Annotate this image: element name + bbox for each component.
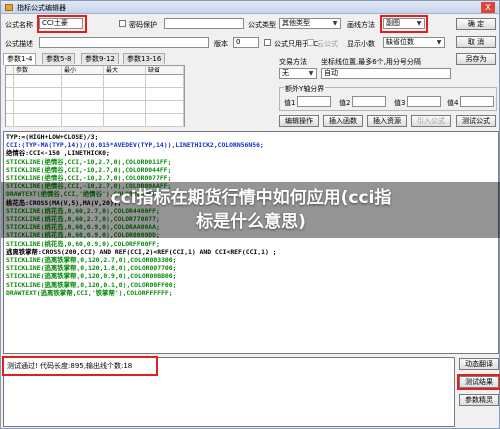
draw-method-label: 画线方法 <box>347 21 375 29</box>
grid-corner <box>6 66 14 75</box>
val3-input[interactable] <box>407 96 441 107</box>
decimals-label: 显示小数 <box>347 40 375 48</box>
val1-label: 值1 <box>284 99 296 107</box>
test-formula-button[interactable]: 测试公式 <box>456 115 496 127</box>
edit-ops-button[interactable]: 编辑操作 <box>279 115 319 127</box>
val4-input[interactable] <box>460 96 494 107</box>
param-cell[interactable] <box>104 75 146 88</box>
param-cell[interactable] <box>62 114 104 127</box>
val1-input[interactable] <box>297 96 331 107</box>
code-line: 绝情谷:CCI<-150 ,LINETHICK0; <box>6 149 110 158</box>
cloud-formula-label: 云公式 <box>317 40 338 48</box>
highlight-box-test-result <box>457 374 500 390</box>
code-editor[interactable]: TYP:=(HIGH+LOW+CLOSE)/3; CCI:(TYP-MA(TYP,… <box>3 131 499 354</box>
param-header-min: 最小 <box>62 66 104 75</box>
insert-function-button[interactable]: 插入函数 <box>323 115 363 127</box>
trade-method-label: 交易方法 <box>279 58 307 66</box>
pc-only-checkbox[interactable] <box>264 39 271 46</box>
code-line: 逃离铁掌帮:CROSS(200,CCI) AND REF(CCI,2)<REF(… <box>6 247 277 256</box>
code-line: TYP:=(HIGH+LOW+CLOSE)/3; <box>6 133 99 141</box>
insert-resource-button[interactable]: 插入资源 <box>367 115 407 127</box>
param-header-name: 参数 <box>14 66 62 75</box>
param-cell[interactable] <box>14 114 62 127</box>
chevron-down-icon: ▼ <box>436 39 442 46</box>
param-cell[interactable] <box>146 114 184 127</box>
code-line: STICKLINE(绝情谷,CCI,-10,2.7,0),COLOR0011FF… <box>6 157 172 166</box>
param-cell[interactable] <box>146 88 184 101</box>
param-cell[interactable] <box>62 88 104 101</box>
password-input[interactable] <box>164 18 244 29</box>
caption-overlay: cci指标在期货行情中如何应用(cci指 标是什么意思) <box>1 182 500 238</box>
param-header-max: 最大 <box>104 66 146 75</box>
version-label: 版本 <box>214 40 228 48</box>
formula-type-label: 公式类型 <box>248 21 276 29</box>
tab-params-9-12[interactable]: 参数9-12 <box>81 53 119 64</box>
decimals-value: 缺省位数 <box>386 38 414 46</box>
formula-type-select[interactable]: 其他类型 ▼ <box>279 18 341 29</box>
code-line: DRAWTEXT(逃离铁掌帮,CCI,'铁掌帮'),COLORFFFFFF; <box>6 288 173 297</box>
param-cell[interactable] <box>14 88 62 101</box>
param-cell[interactable] <box>104 88 146 101</box>
tab-params-1-4[interactable]: 参数1-4 <box>3 53 37 65</box>
chevron-down-icon: ▼ <box>308 70 314 77</box>
tab-params-13-16[interactable]: 参数13-16 <box>123 53 166 64</box>
axis-lines-input[interactable]: 自动 <box>321 68 451 79</box>
param-cell <box>6 101 14 114</box>
param-cell <box>6 75 14 88</box>
import-formula-button[interactable]: 引入公式 <box>411 115 451 127</box>
trade-method-value: 无 <box>282 69 289 77</box>
param-cell <box>6 88 14 101</box>
formula-name-label: 公式名称 <box>5 21 33 29</box>
window-title: 指标公式编辑器 <box>17 4 66 12</box>
title-bar: 指标公式编辑器 X <box>1 1 499 14</box>
dynamic-translate-button[interactable]: 动态翻译 <box>459 358 499 370</box>
highlight-box-name <box>37 15 87 33</box>
val3-label: 值3 <box>394 99 406 107</box>
save-as-button[interactable]: 另存为 <box>456 53 496 65</box>
param-cell[interactable] <box>146 75 184 88</box>
val2-input[interactable] <box>352 96 386 107</box>
axis-lines-label: 坐标线位置,最多6个,用分号分隔 <box>321 58 421 66</box>
version-input[interactable]: 0 <box>233 37 259 48</box>
trade-method-select[interactable]: 无 ▼ <box>279 68 317 79</box>
param-cell[interactable] <box>62 101 104 114</box>
param-cell[interactable] <box>14 75 62 88</box>
extra-y-axis-label: 额外Y轴分界 <box>284 84 326 94</box>
chevron-down-icon: ▼ <box>332 20 338 27</box>
param-cell[interactable] <box>104 101 146 114</box>
param-cell[interactable] <box>146 101 184 114</box>
param-cell <box>6 114 14 127</box>
code-line: STICKLINE(逃离铁掌帮,0,120,0.1,0),COLOR00FF00… <box>6 280 177 289</box>
tab-params-5-8[interactable]: 参数5-8 <box>42 53 76 64</box>
param-cell[interactable] <box>104 114 146 127</box>
close-button[interactable]: X <box>481 2 495 13</box>
val2-label: 值2 <box>339 99 351 107</box>
param-cell[interactable] <box>62 75 104 88</box>
param-cell[interactable] <box>14 101 62 114</box>
password-checkbox[interactable] <box>119 20 126 27</box>
code-line: STICKLINE(逃离铁掌帮,0,120,0.9,0),COLOR00BB00… <box>6 272 177 281</box>
code-line: STICKLINE(绝情谷,CCI,-10,2.7,0),COLOR0077FF… <box>6 174 172 183</box>
val4-label: 值4 <box>447 99 459 107</box>
formula-desc-label: 公式描述 <box>5 40 33 48</box>
code-line: STICKLINE(绝情谷,CCI,-10,2.7,0),COLOR0044FF… <box>6 165 172 174</box>
formula-type-value: 其他类型 <box>282 19 310 27</box>
highlight-box-draw <box>380 15 428 33</box>
param-header-default: 缺省 <box>146 66 184 75</box>
app-icon <box>5 4 13 11</box>
decimals-select[interactable]: 缺省位数 ▼ <box>383 37 445 48</box>
formula-editor-window: 指标公式编辑器 X 公式名称 CCI土豪 密码保护 公式类型 其他类型 ▼ 画线方… <box>0 0 500 429</box>
param-wizard-button[interactable]: 参数精灵 <box>459 394 499 406</box>
ok-button[interactable]: 确 定 <box>456 18 496 30</box>
param-grid: 参数 最小 最大 缺省 <box>5 65 185 127</box>
highlight-box-status <box>2 356 158 376</box>
formula-desc-input[interactable] <box>39 37 209 48</box>
cloud-formula-checkbox[interactable] <box>307 39 314 46</box>
code-line: STICKLINE(桃花岛,0,60,0.9,0),COLORFF00FF; <box>6 239 160 248</box>
password-label: 密码保护 <box>129 21 157 29</box>
caption-line-1: cci指标在期货行情中如何应用(cci指 <box>110 188 392 208</box>
caption-line-2: 标是什么意思) <box>196 212 306 232</box>
cancel-button[interactable]: 取 消 <box>456 36 496 48</box>
